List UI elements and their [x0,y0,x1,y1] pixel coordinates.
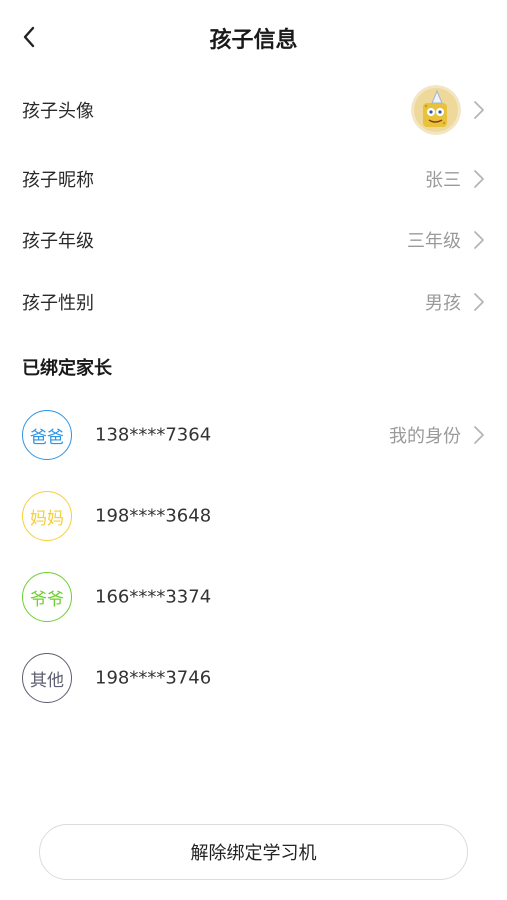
role-badge-dad: 爸爸 [22,410,72,460]
child-gender-label: 孩子性别 [22,293,94,314]
parent-row-grandpa: 爷爷 166****3374 [0,567,507,627]
chevron-right-icon [474,231,484,249]
chevron-right-icon [474,170,484,188]
child-avatar-row[interactable]: 孩子头像 [0,80,507,140]
unbind-device-button[interactable]: 解除绑定学习机 [39,824,468,880]
my-identity-label: 我的身份 [389,426,461,447]
child-grade-row[interactable]: 孩子年级 三年级 [0,210,507,270]
parent-phone: 198****3648 [95,505,212,527]
child-nickname-row[interactable]: 孩子昵称 张三 [0,149,507,209]
parent-row-mom: 妈妈 198****3648 [0,486,507,546]
child-nickname-label: 孩子昵称 [22,170,94,191]
chevron-right-icon [474,426,484,444]
parent-row-other: 其他 198****3746 [0,648,507,708]
parent-row-dad[interactable]: 爸爸 138****7364 我的身份 [0,405,507,465]
role-badge-mom: 妈妈 [22,491,72,541]
header: 孩子信息 [0,0,507,76]
chevron-right-icon [474,293,484,311]
parent-phone: 166****3374 [95,586,212,608]
child-avatar [411,85,461,135]
child-avatar-label: 孩子头像 [22,101,94,122]
child-nickname-value: 张三 [425,170,461,191]
role-badge-grandpa: 爷爷 [22,572,72,622]
child-gender-value: 男孩 [425,293,461,314]
child-gender-row[interactable]: 孩子性别 男孩 [0,272,507,332]
parent-phone: 198****3746 [95,667,212,689]
bound-parents-title: 已绑定家长 [22,358,112,379]
chevron-right-icon [474,101,484,119]
parent-phone: 138****7364 [95,424,212,446]
role-badge-other: 其他 [22,653,72,703]
child-grade-label: 孩子年级 [22,231,94,252]
child-grade-value: 三年级 [407,231,461,252]
page-title: 孩子信息 [209,28,298,53]
